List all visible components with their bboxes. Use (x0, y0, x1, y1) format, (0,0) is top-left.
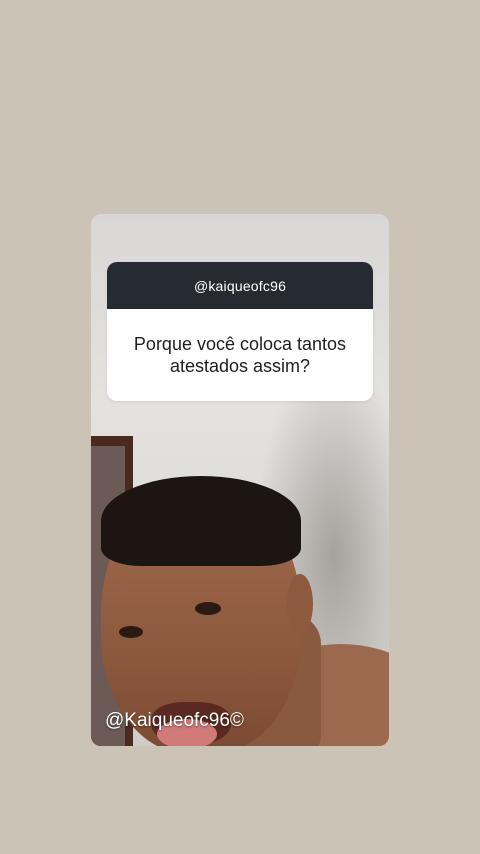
person-eye-left (119, 626, 143, 638)
person-hair (101, 476, 301, 566)
watermark-text: @Kaiqueofc96© (105, 710, 244, 731)
question-sticker-header: @kaiqueofc96 (107, 262, 373, 309)
story-card[interactable]: @kaiqueofc96 Porque você coloca tantos a… (91, 214, 389, 746)
question-sticker[interactable]: @kaiqueofc96 Porque você coloca tantos a… (107, 262, 373, 401)
question-text: Porque você coloca tantos atestados assi… (133, 334, 347, 376)
question-username: @kaiqueofc96 (193, 277, 287, 294)
person-eye-right (195, 602, 221, 615)
person-ear (287, 574, 313, 634)
